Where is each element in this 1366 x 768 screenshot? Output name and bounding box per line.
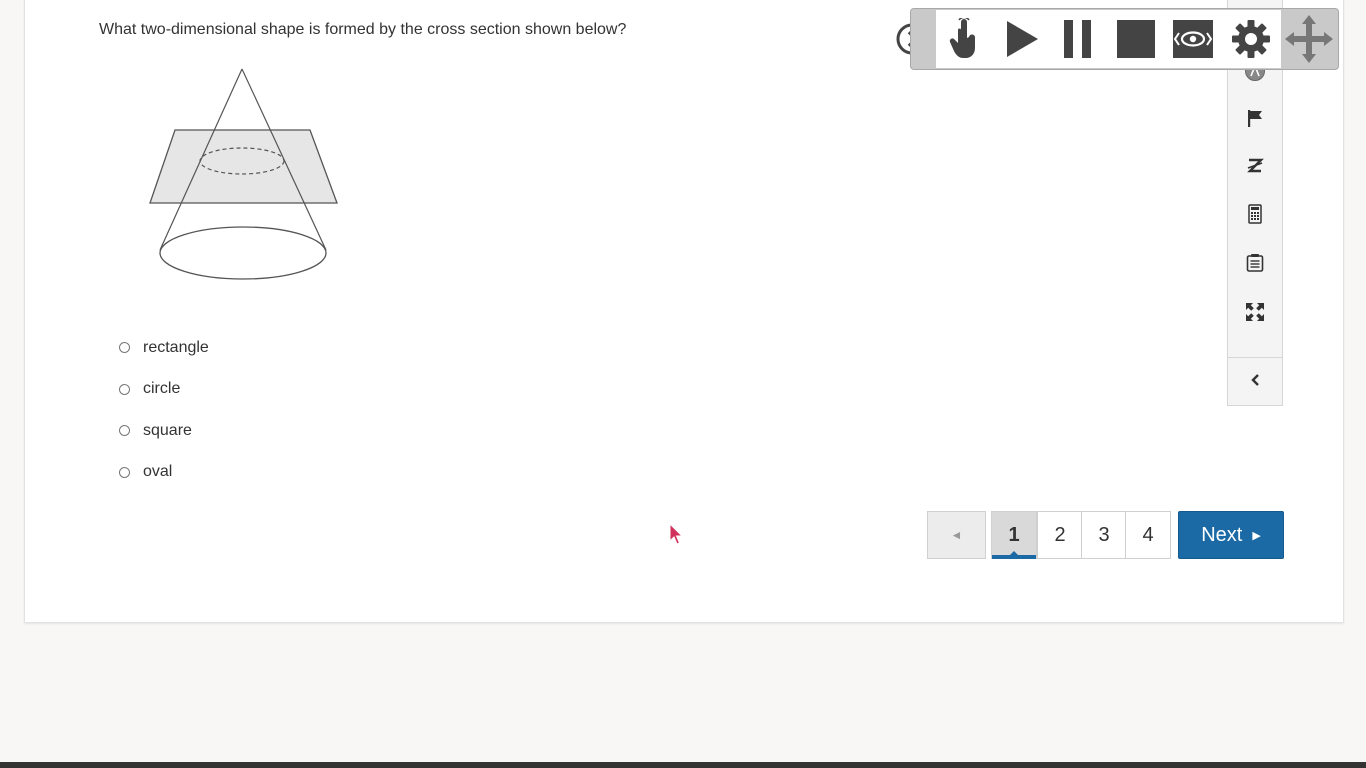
radio-button[interactable] bbox=[119, 425, 130, 437]
footer-bar bbox=[0, 762, 1366, 768]
play-icon bbox=[1007, 21, 1038, 57]
calculator-tool-button[interactable] bbox=[1228, 194, 1282, 234]
expand-tool-button[interactable] bbox=[1228, 292, 1282, 332]
next-label: Next bbox=[1201, 523, 1243, 546]
collapse-tools-button[interactable] bbox=[1228, 360, 1282, 400]
stop-icon bbox=[1117, 20, 1155, 58]
page-3-button[interactable]: 3 bbox=[1081, 511, 1127, 559]
eliminate-tool-button[interactable] bbox=[1228, 146, 1282, 186]
notepad-tool-button[interactable] bbox=[1228, 243, 1282, 283]
page-1-button[interactable]: 1 bbox=[991, 511, 1037, 559]
radio-button[interactable] bbox=[119, 383, 130, 395]
tools-divider bbox=[1228, 357, 1282, 358]
flag-icon bbox=[1248, 110, 1262, 127]
tts-settings-button[interactable] bbox=[1224, 10, 1278, 68]
next-button[interactable]: Next ▶ bbox=[1178, 511, 1284, 559]
pointer-hand-icon bbox=[949, 18, 976, 58]
mouse-cursor-icon bbox=[669, 523, 683, 545]
answer-options: rectangle circle square oval bbox=[119, 327, 209, 493]
option-oval[interactable]: oval bbox=[119, 452, 209, 494]
option-label: circle bbox=[143, 380, 181, 398]
cross-section-plane bbox=[149, 129, 338, 204]
page-4-button[interactable]: 4 bbox=[1125, 511, 1171, 559]
option-rectangle[interactable]: rectangle bbox=[119, 327, 209, 369]
cone-base bbox=[159, 226, 327, 280]
page-2-button[interactable]: 2 bbox=[1037, 511, 1083, 559]
calculator-icon bbox=[1248, 204, 1262, 224]
tts-move-handle[interactable] bbox=[1282, 9, 1336, 69]
tts-pause-button[interactable] bbox=[1051, 10, 1105, 68]
tts-play-button[interactable] bbox=[995, 10, 1049, 68]
eliminate-icon bbox=[1247, 158, 1264, 173]
option-label: square bbox=[143, 421, 192, 439]
tts-mask-button[interactable] bbox=[1166, 10, 1220, 68]
radio-button[interactable] bbox=[119, 342, 130, 354]
next-arrow-icon: ▶ bbox=[1252, 529, 1261, 542]
option-square[interactable]: square bbox=[119, 410, 209, 452]
radio-button[interactable] bbox=[119, 466, 130, 478]
option-circle[interactable]: circle bbox=[119, 369, 209, 411]
option-label: rectangle bbox=[143, 338, 209, 356]
expand-icon bbox=[1246, 303, 1264, 321]
question-text: What two-dimensional shape is formed by … bbox=[99, 21, 627, 38]
chevron-left-icon bbox=[1251, 374, 1259, 386]
previous-page-button[interactable]: ◄ bbox=[927, 511, 986, 559]
tts-stop-button[interactable] bbox=[1109, 10, 1163, 68]
tts-buttons-area bbox=[936, 10, 1281, 68]
tts-pointer-button[interactable] bbox=[938, 10, 992, 68]
flag-tool-button[interactable] bbox=[1228, 98, 1282, 138]
option-label: oval bbox=[143, 463, 173, 481]
move-arrows-icon bbox=[1285, 15, 1333, 63]
tts-toolbar bbox=[910, 8, 1339, 70]
screen-mask-icon bbox=[1173, 20, 1213, 58]
cone-cross-section-figure bbox=[149, 68, 338, 280]
pause-icon bbox=[1064, 20, 1091, 58]
settings-gear-icon bbox=[1232, 20, 1270, 58]
notepad-icon bbox=[1246, 254, 1264, 272]
